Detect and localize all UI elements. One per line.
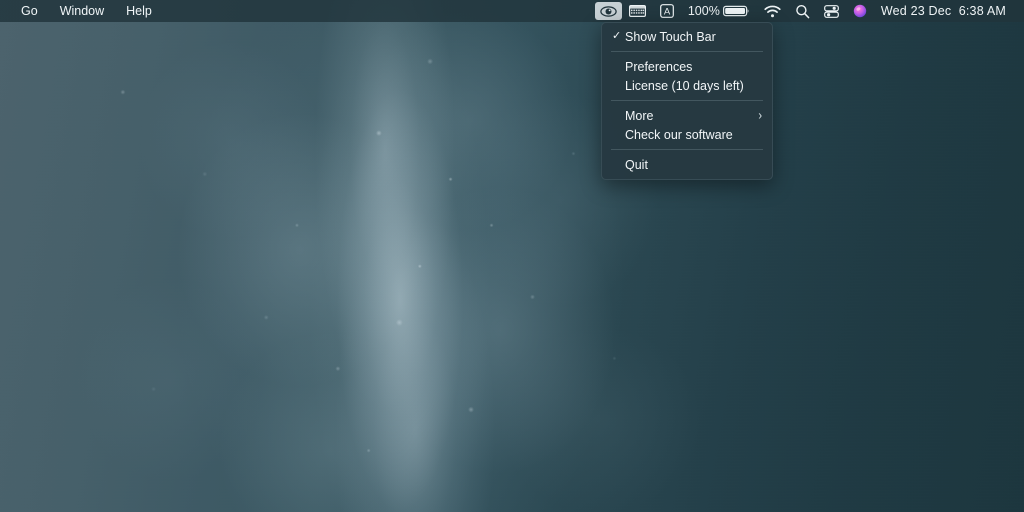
menu-item-label: Preferences bbox=[625, 59, 693, 74]
letter-a-icon: A bbox=[659, 4, 674, 18]
chevron-right-icon: › bbox=[758, 108, 762, 123]
keyboard-icon bbox=[628, 5, 646, 17]
battery-percent-label: 100% bbox=[687, 4, 720, 18]
menu-item-license[interactable]: License (10 days left) bbox=[602, 76, 772, 95]
menu-item-quit[interactable]: Quit bbox=[602, 155, 772, 174]
wallpaper-grain bbox=[0, 0, 1024, 512]
status-item-clock[interactable]: Wed 23 Dec 6:38 AM bbox=[874, 0, 1015, 22]
menu-separator bbox=[611, 100, 763, 101]
menu-help[interactable]: Help bbox=[115, 0, 163, 22]
menu-item-label: More bbox=[625, 108, 654, 123]
menu-item-label: Show Touch Bar bbox=[625, 29, 716, 44]
status-item-keyboard[interactable] bbox=[622, 0, 653, 22]
checkmark-icon: ✓ bbox=[612, 30, 622, 42]
menu-item-label: Quit bbox=[625, 157, 648, 172]
menu-separator bbox=[611, 149, 763, 150]
desktop-wallpaper bbox=[0, 0, 1024, 512]
svg-text:A: A bbox=[664, 7, 671, 18]
touch-bar-dropdown-menu: ✓ Show Touch Bar Preferences License (10… bbox=[601, 22, 773, 180]
status-item-control-center[interactable] bbox=[817, 0, 846, 22]
status-item-battery[interactable]: 100% bbox=[681, 0, 757, 22]
menu-item-label: Check our software bbox=[625, 127, 733, 142]
menu-item-more[interactable]: More › bbox=[602, 106, 772, 125]
status-item-wifi[interactable] bbox=[757, 0, 788, 22]
search-icon bbox=[796, 4, 810, 18]
eye-icon bbox=[600, 5, 617, 17]
battery-icon bbox=[722, 5, 749, 17]
menu-go[interactable]: Go bbox=[10, 0, 49, 22]
menu-item-check-our-software[interactable]: Check our software bbox=[602, 125, 772, 144]
siri-icon bbox=[853, 4, 867, 18]
status-item-search[interactable] bbox=[788, 0, 817, 22]
status-item-input-source[interactable]: A bbox=[653, 0, 681, 22]
status-item-eye[interactable] bbox=[594, 2, 622, 20]
clock-label: Wed 23 Dec 6:38 AM bbox=[880, 4, 1006, 18]
wifi-icon bbox=[764, 5, 781, 17]
control-center-icon bbox=[823, 4, 839, 18]
desktop-screen: Go Window Help A 100% Wed 23 Dec 6:38 AM… bbox=[0, 0, 1024, 512]
menu-window[interactable]: Window bbox=[49, 0, 115, 22]
status-item-siri[interactable] bbox=[846, 0, 874, 22]
menu-bar: Go Window Help A 100% Wed 23 Dec 6:38 AM bbox=[0, 0, 1024, 22]
menu-item-label: License (10 days left) bbox=[625, 78, 744, 93]
menu-bar-status-group: A 100% Wed 23 Dec 6:38 AM bbox=[594, 0, 1024, 22]
menu-item-show-touch-bar[interactable]: ✓ Show Touch Bar bbox=[602, 27, 772, 46]
menu-item-preferences[interactable]: Preferences bbox=[602, 57, 772, 76]
menu-separator bbox=[611, 51, 763, 52]
menu-bar-left-group: Go Window Help bbox=[0, 0, 163, 22]
